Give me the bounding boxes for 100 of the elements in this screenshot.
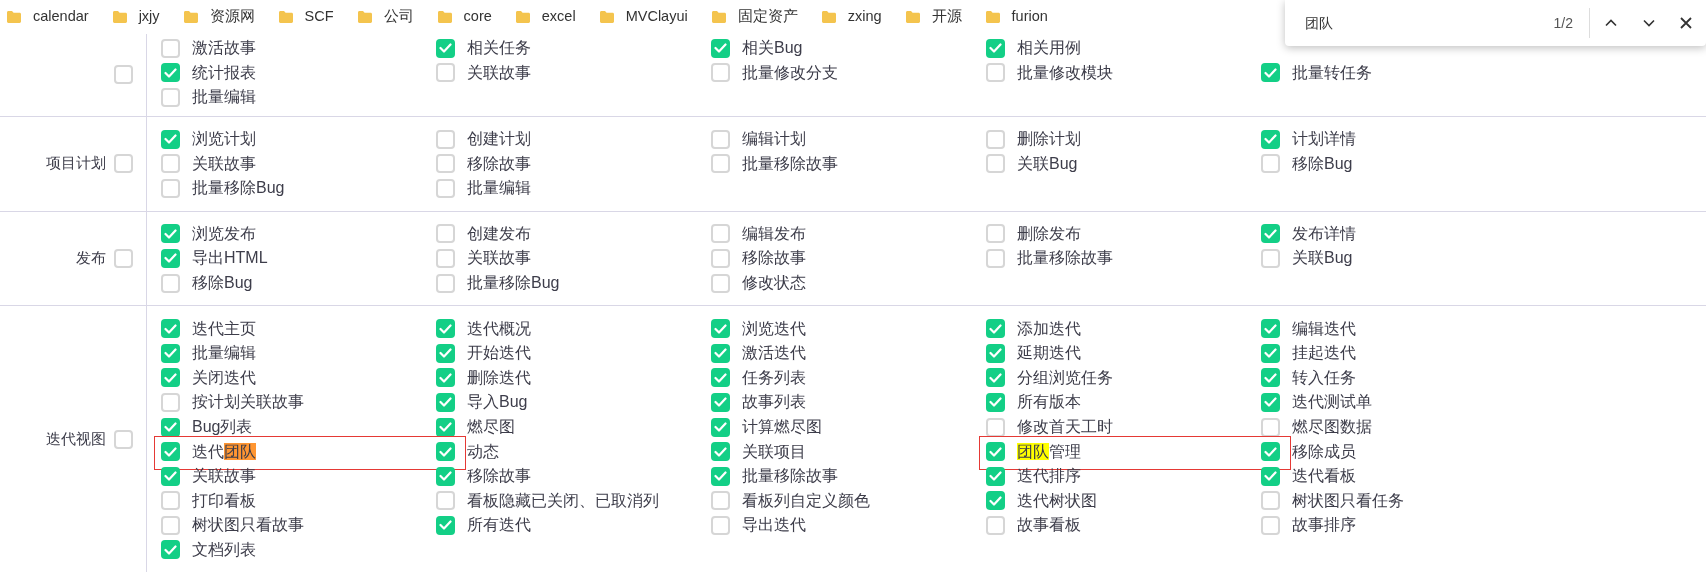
checkbox[interactable] — [436, 491, 455, 511]
checkbox[interactable] — [986, 319, 1005, 339]
checkbox[interactable] — [161, 224, 180, 244]
checkbox[interactable] — [711, 319, 730, 339]
checkbox[interactable] — [711, 515, 730, 535]
checkbox[interactable] — [711, 417, 730, 437]
bookmark[interactable]: MVClayui — [598, 6, 688, 28]
checkbox[interactable] — [161, 540, 180, 560]
checkbox[interactable] — [161, 491, 180, 511]
checkbox[interactable] — [161, 129, 180, 149]
checkbox[interactable] — [436, 129, 455, 149]
checkbox[interactable] — [1261, 466, 1280, 486]
checkbox[interactable] — [161, 442, 180, 462]
bookmark[interactable]: 开源 — [904, 6, 962, 28]
checkbox[interactable] — [986, 343, 1005, 363]
bookmark[interactable]: SCF — [277, 6, 334, 28]
checkbox[interactable] — [436, 343, 455, 363]
checkbox[interactable] — [986, 515, 1005, 535]
checkbox[interactable] — [986, 63, 1005, 83]
bookmark[interactable]: 固定资产 — [710, 6, 798, 28]
checkbox[interactable] — [711, 273, 730, 293]
checkbox[interactable] — [1261, 224, 1280, 244]
close-icon[interactable] — [1680, 17, 1692, 29]
checkbox[interactable] — [436, 515, 455, 535]
checkbox[interactable] — [711, 491, 730, 511]
checkbox[interactable] — [1261, 368, 1280, 388]
bookmark[interactable]: core — [436, 6, 492, 28]
option-label: 分组浏览任务 — [1017, 367, 1113, 388]
checkbox[interactable] — [114, 65, 133, 85]
checkbox[interactable] — [1261, 392, 1280, 412]
checkbox[interactable] — [711, 154, 730, 174]
checkbox[interactable] — [1261, 154, 1280, 174]
checkbox[interactable] — [114, 154, 133, 174]
bookmark[interactable]: furion — [984, 6, 1048, 28]
checkbox[interactable] — [436, 248, 455, 268]
checkbox[interactable] — [161, 154, 180, 174]
checkbox[interactable] — [1261, 319, 1280, 339]
checkbox[interactable] — [161, 466, 180, 486]
checkbox[interactable] — [986, 466, 1005, 486]
checkbox[interactable] — [986, 491, 1005, 511]
checkbox[interactable] — [711, 63, 730, 83]
checkbox[interactable] — [711, 129, 730, 149]
bookmark[interactable]: zxing — [820, 6, 882, 28]
checkbox[interactable] — [711, 224, 730, 244]
checkbox[interactable] — [114, 429, 133, 449]
checkbox[interactable] — [161, 273, 180, 293]
checkbox[interactable] — [986, 442, 1005, 462]
checkbox[interactable] — [1261, 343, 1280, 363]
checkbox[interactable] — [711, 442, 730, 462]
checkbox[interactable] — [161, 343, 180, 363]
checkbox[interactable] — [436, 273, 455, 293]
checkbox[interactable] — [711, 466, 730, 486]
find-query[interactable]: 团队 — [1305, 12, 1554, 34]
checkbox[interactable] — [1261, 129, 1280, 149]
checkbox[interactable] — [161, 392, 180, 412]
checkbox[interactable] — [161, 88, 180, 107]
bookmark[interactable]: excel — [514, 6, 576, 28]
checkbox[interactable] — [711, 38, 730, 58]
checkbox[interactable] — [436, 466, 455, 486]
checkbox[interactable] — [161, 38, 180, 58]
checkbox[interactable] — [986, 38, 1005, 58]
checkbox[interactable] — [114, 248, 133, 268]
checkbox[interactable] — [1261, 442, 1280, 462]
checkbox[interactable] — [1261, 63, 1280, 83]
checkbox[interactable] — [436, 178, 455, 198]
checkbox[interactable] — [986, 154, 1005, 174]
checkbox[interactable] — [161, 248, 180, 268]
bookmark[interactable]: calendar — [6, 6, 89, 28]
checkbox[interactable] — [436, 417, 455, 437]
checkbox[interactable] — [436, 392, 455, 412]
checkbox[interactable] — [436, 442, 455, 462]
checkbox[interactable] — [986, 129, 1005, 149]
checkbox[interactable] — [161, 417, 180, 437]
checkbox[interactable] — [436, 38, 455, 58]
checkbox[interactable] — [1261, 491, 1280, 511]
checkbox[interactable] — [436, 63, 455, 83]
checkbox[interactable] — [711, 368, 730, 388]
checkbox[interactable] — [161, 63, 180, 83]
checkbox[interactable] — [161, 515, 180, 535]
bookmark[interactable]: 公司 — [356, 6, 414, 28]
checkbox[interactable] — [1261, 417, 1280, 437]
checkbox[interactable] — [986, 417, 1005, 437]
checkbox[interactable] — [711, 343, 730, 363]
checkbox[interactable] — [161, 178, 180, 198]
checkbox[interactable] — [711, 248, 730, 268]
bookmark[interactable]: 资源网 — [182, 6, 255, 28]
checkbox[interactable] — [436, 368, 455, 388]
bookmark[interactable]: jxjy — [111, 6, 160, 28]
checkbox[interactable] — [711, 392, 730, 412]
checkbox[interactable] — [986, 368, 1005, 388]
checkbox[interactable] — [986, 392, 1005, 412]
checkbox[interactable] — [436, 224, 455, 244]
checkbox[interactable] — [986, 248, 1005, 268]
checkbox[interactable] — [1261, 248, 1280, 268]
checkbox[interactable] — [986, 224, 1005, 244]
checkbox[interactable] — [436, 319, 455, 339]
checkbox[interactable] — [1261, 515, 1280, 535]
checkbox[interactable] — [436, 154, 455, 174]
checkbox[interactable] — [161, 368, 180, 388]
checkbox[interactable] — [161, 319, 180, 339]
